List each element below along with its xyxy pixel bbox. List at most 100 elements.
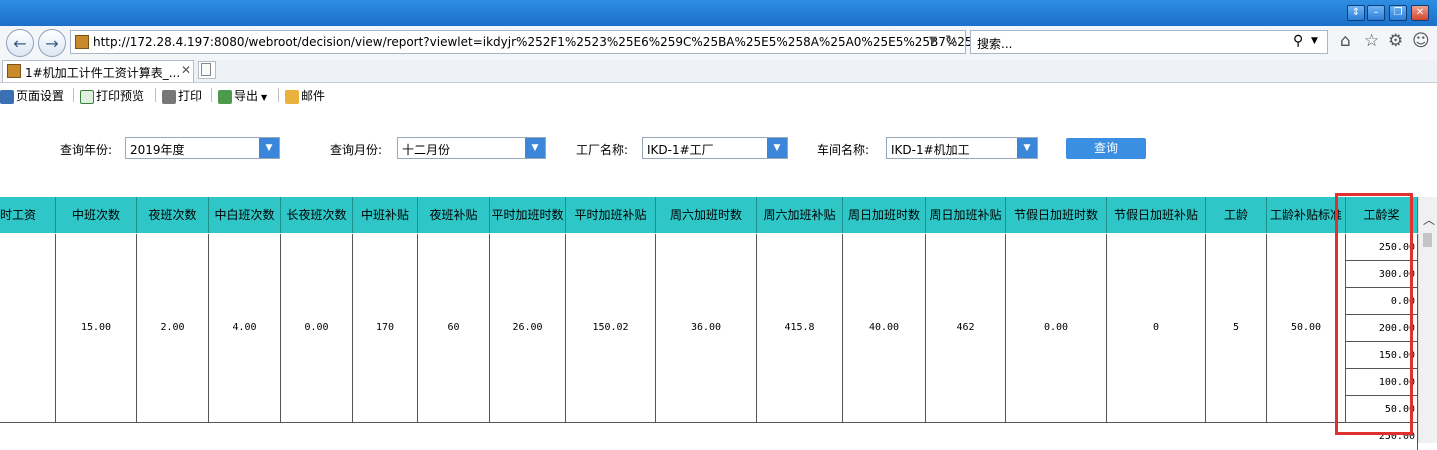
refresh-icon[interactable]: ↻ bbox=[945, 33, 957, 49]
back-button[interactable]: ← bbox=[6, 29, 34, 57]
print-preview-label: 打印预览 bbox=[96, 89, 145, 103]
table-cell: 26.00 bbox=[490, 234, 566, 422]
chevron-down-icon[interactable]: ▼ bbox=[525, 138, 545, 158]
page-favicon-icon bbox=[75, 35, 89, 49]
search-icon[interactable]: ⚲ bbox=[1293, 33, 1303, 49]
page-setup-icon bbox=[0, 89, 14, 104]
table-cell: 15.00 bbox=[56, 234, 137, 422]
report-toolbar bbox=[0, 83, 1437, 107]
print-preview-icon bbox=[80, 89, 94, 104]
restore-icon[interactable]: ⇕ bbox=[1347, 5, 1365, 21]
address-field[interactable]: http://172.28.4.197:8080/webroot/decisio… bbox=[70, 30, 973, 54]
table-cell: 150.02 bbox=[566, 234, 656, 422]
highlight-annotation bbox=[1335, 193, 1413, 435]
table-cell: 415.8 bbox=[757, 234, 843, 422]
month-label: 查询月份: bbox=[330, 143, 383, 157]
column-header: 时工资 bbox=[0, 197, 56, 233]
workshop-label: 车间名称: bbox=[817, 143, 870, 157]
toolbar-divider bbox=[211, 88, 212, 102]
export-button[interactable]: 导出 ▼ bbox=[218, 87, 267, 104]
window-title-bar bbox=[0, 0, 1437, 26]
query-button[interactable]: 查询 bbox=[1066, 138, 1146, 159]
scroll-up-icon[interactable]: ︿ bbox=[1423, 211, 1435, 228]
home-icon[interactable]: ⌂ bbox=[1340, 31, 1351, 51]
table-cell: 2.00 bbox=[137, 234, 209, 422]
column-header: 夜班补贴 bbox=[418, 197, 490, 233]
table-cell: 36.00 bbox=[656, 234, 757, 422]
column-header: 工龄 bbox=[1206, 197, 1267, 233]
smiley-feedback-icon[interactable]: ☺ bbox=[1412, 31, 1430, 51]
toolbar-divider bbox=[278, 88, 279, 102]
column-header: 夜班次数 bbox=[137, 197, 209, 233]
table-cell: 0 bbox=[1107, 234, 1206, 422]
column-header: 平时加班时数 bbox=[490, 197, 566, 233]
column-header: 中班次数 bbox=[56, 197, 137, 233]
column-header: 平时加班补贴 bbox=[566, 197, 656, 233]
table-cell: 462 bbox=[926, 234, 1006, 422]
table-cell: 5 bbox=[1206, 234, 1267, 422]
table-cell: 4.00 bbox=[209, 234, 281, 422]
forward-button[interactable]: → bbox=[38, 29, 66, 57]
workshop-value: IKD-1#机加工 bbox=[891, 143, 970, 157]
search-dropdown-icon[interactable]: ▼ bbox=[1311, 36, 1318, 46]
export-dropdown-icon: ▼ bbox=[261, 93, 268, 102]
export-label: 导出 bbox=[234, 89, 259, 103]
table-cell: 0.00 bbox=[281, 234, 353, 422]
table-cell: 40.00 bbox=[843, 234, 926, 422]
column-header: 周日加班时数 bbox=[843, 197, 926, 233]
page-setup-label: 页面设置 bbox=[16, 89, 65, 103]
print-button[interactable]: 打印 bbox=[162, 87, 202, 104]
mail-button[interactable]: 邮件 bbox=[285, 87, 325, 104]
maximize-button[interactable]: ❐ bbox=[1389, 5, 1407, 21]
factory-label: 工厂名称: bbox=[576, 143, 629, 157]
column-header: 节假日加班补贴 bbox=[1107, 197, 1206, 233]
factory-select[interactable]: IKD-1#工厂 ▼ bbox=[642, 137, 788, 159]
column-header: 周日加班补贴 bbox=[926, 197, 1006, 233]
year-value: 2019年度 bbox=[130, 143, 185, 157]
row-divider bbox=[0, 422, 1418, 423]
table-cell: 170 bbox=[353, 234, 418, 422]
page-setup-button[interactable]: 页面设置 bbox=[0, 87, 64, 104]
tab-report[interactable]: 1#机加工计件工资计算表_... ✕ bbox=[2, 60, 194, 82]
mail-icon bbox=[285, 89, 299, 104]
factory-value: IKD-1#工厂 bbox=[647, 143, 714, 157]
printer-icon bbox=[162, 89, 176, 104]
column-header: 周六加班时数 bbox=[656, 197, 757, 233]
close-button[interactable]: ✕ bbox=[1411, 5, 1429, 21]
table-cell: 0.00 bbox=[1006, 234, 1107, 422]
year-label: 查询年份: bbox=[60, 143, 113, 157]
month-select[interactable]: 十二月份 ▼ bbox=[397, 137, 546, 159]
scroll-thumb[interactable] bbox=[1423, 233, 1432, 247]
year-select[interactable]: 2019年度 ▼ bbox=[125, 137, 280, 159]
address-text: http://172.28.4.197:8080/webroot/decisio… bbox=[93, 35, 973, 49]
print-label: 打印 bbox=[178, 89, 203, 103]
month-value: 十二月份 bbox=[402, 143, 451, 157]
favorites-star-icon[interactable]: ☆ bbox=[1364, 31, 1379, 51]
tab-title: 1#机加工计件工资计算表_... bbox=[25, 66, 181, 80]
export-icon bbox=[218, 89, 232, 104]
chevron-down-icon[interactable]: ▼ bbox=[1017, 138, 1037, 158]
table-cell bbox=[0, 234, 56, 422]
column-header: 长夜班次数 bbox=[281, 197, 353, 233]
search-placeholder: 搜索... bbox=[977, 37, 1013, 51]
column-header: 节假日加班时数 bbox=[1006, 197, 1107, 233]
tab-favicon-icon bbox=[7, 64, 21, 78]
new-tab-button[interactable] bbox=[198, 61, 216, 79]
settings-gear-icon[interactable]: ⚙ bbox=[1388, 31, 1403, 51]
print-preview-button[interactable]: 打印预览 bbox=[80, 87, 144, 104]
workshop-select[interactable]: IKD-1#机加工 ▼ bbox=[886, 137, 1038, 159]
column-header: 周六加班补贴 bbox=[757, 197, 843, 233]
search-field[interactable]: 搜索... ⚲ ▼ bbox=[970, 30, 1328, 54]
column-header: 中白班次数 bbox=[209, 197, 281, 233]
chevron-down-icon[interactable]: ▼ bbox=[767, 138, 787, 158]
dropdown-arrow-icon[interactable]: ▼ bbox=[929, 35, 937, 46]
vertical-scrollbar[interactable]: ︿ bbox=[1418, 197, 1437, 443]
tab-close-icon[interactable]: ✕ bbox=[181, 63, 191, 77]
column-header: 中班补贴 bbox=[353, 197, 418, 233]
new-tab-icon bbox=[201, 63, 211, 76]
chevron-down-icon[interactable]: ▼ bbox=[259, 138, 279, 158]
table-cell: 60 bbox=[418, 234, 490, 422]
minimize-button[interactable]: – bbox=[1367, 5, 1385, 21]
toolbar-divider bbox=[155, 88, 156, 102]
toolbar-divider bbox=[73, 88, 74, 102]
